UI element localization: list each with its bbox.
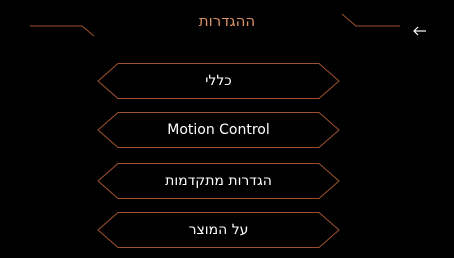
- motion-control-button[interactable]: Motion Control: [97, 112, 340, 148]
- general-button[interactable]: כללי: [97, 63, 340, 99]
- about-product-button[interactable]: על המוצר: [97, 212, 340, 248]
- page-title: ההגדרות: [198, 12, 256, 30]
- motion-control-button-label: Motion Control: [167, 122, 270, 138]
- header-decoration: [30, 13, 400, 37]
- about-product-button-label: על המוצר: [188, 222, 249, 238]
- arrow-left-icon[interactable]: [413, 26, 427, 36]
- advanced-settings-button[interactable]: הגדרות מתקדמות: [97, 163, 340, 199]
- advanced-settings-button-label: הגדרות מתקדמות: [165, 173, 272, 189]
- general-button-label: כללי: [205, 73, 232, 89]
